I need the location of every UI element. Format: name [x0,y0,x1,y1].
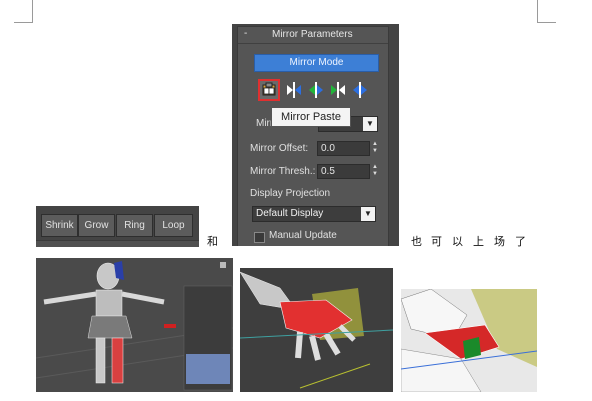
text-le: 了 [515,236,526,248]
manual-update-label: Manual Update [269,230,337,241]
shrink-button[interactable]: Shrink [41,214,78,237]
closeup-wireframe-image [401,289,537,392]
chevron-down-icon[interactable]: ▼ [363,117,377,131]
rollout-header[interactable]: - Mirror Parameters [238,27,388,44]
text-yi: 以 [452,236,463,248]
mirror-offset-field[interactable]: 0.0 [317,141,370,156]
grow-button[interactable]: Grow [78,214,115,237]
mirror-offset-spinner[interactable]: ▲ ▼ [371,141,379,155]
mirror-thresh-field[interactable]: 0.5 [317,164,370,179]
mirror-offset-label: Mirror Offset: [250,143,309,154]
mirror-paste-tooltip: Mirror Paste [271,107,351,127]
mirror-thresh-spinner[interactable]: ▲ ▼ [371,164,379,178]
display-projection-label: Display Projection [250,188,331,199]
character-model-screenshot [36,258,233,392]
mirror-parameters-panel: - Mirror Parameters Mirror Mode Mirr ▼ M… [232,24,399,246]
hand-wireframe-image [240,268,393,392]
toolbar-bottom-strip [36,240,199,247]
collapse-icon[interactable]: - [244,28,247,39]
rollout-title: Mirror Parameters [272,29,353,40]
mirror-parameters-rollout: - Mirror Parameters Mirror Mode Mirr ▼ M… [237,26,389,246]
display-projection-dropdown[interactable]: Default Display ▼ [252,206,376,222]
character-wireframe-image [36,258,233,392]
text-ye: 也 [411,236,422,248]
page-corner-mark-right [537,0,556,23]
loop-button[interactable]: Loop [154,214,193,237]
ring-button[interactable]: Ring [116,214,153,237]
text-shang: 上 [473,236,484,248]
chevron-down-icon[interactable]: ▼ [361,207,375,221]
mirror-thresh-label: Mirror Thresh.: [250,166,316,177]
mirror-x-icon[interactable] [286,81,302,99]
manual-update-checkbox[interactable] [254,232,265,243]
text-he: 和 [207,236,218,248]
display-projection-value: Default Display [256,208,324,219]
mirror-flip-icon[interactable] [352,81,368,99]
mirror-z-icon[interactable] [330,81,346,99]
page-corner-mark-left [14,0,33,23]
mirror-icon-row [258,79,378,103]
mirror-mode-button[interactable]: Mirror Mode [254,54,379,72]
text-ke: 可 [431,236,442,248]
closeup-wireframe-screenshot [401,289,537,392]
hand-model-screenshot [240,268,393,392]
mirror-paste-icon[interactable] [258,79,280,101]
mirror-y-icon[interactable] [308,81,324,99]
text-chang: 场 [494,236,505,248]
selection-toolbar: Shrink Grow Ring Loop [36,206,199,247]
